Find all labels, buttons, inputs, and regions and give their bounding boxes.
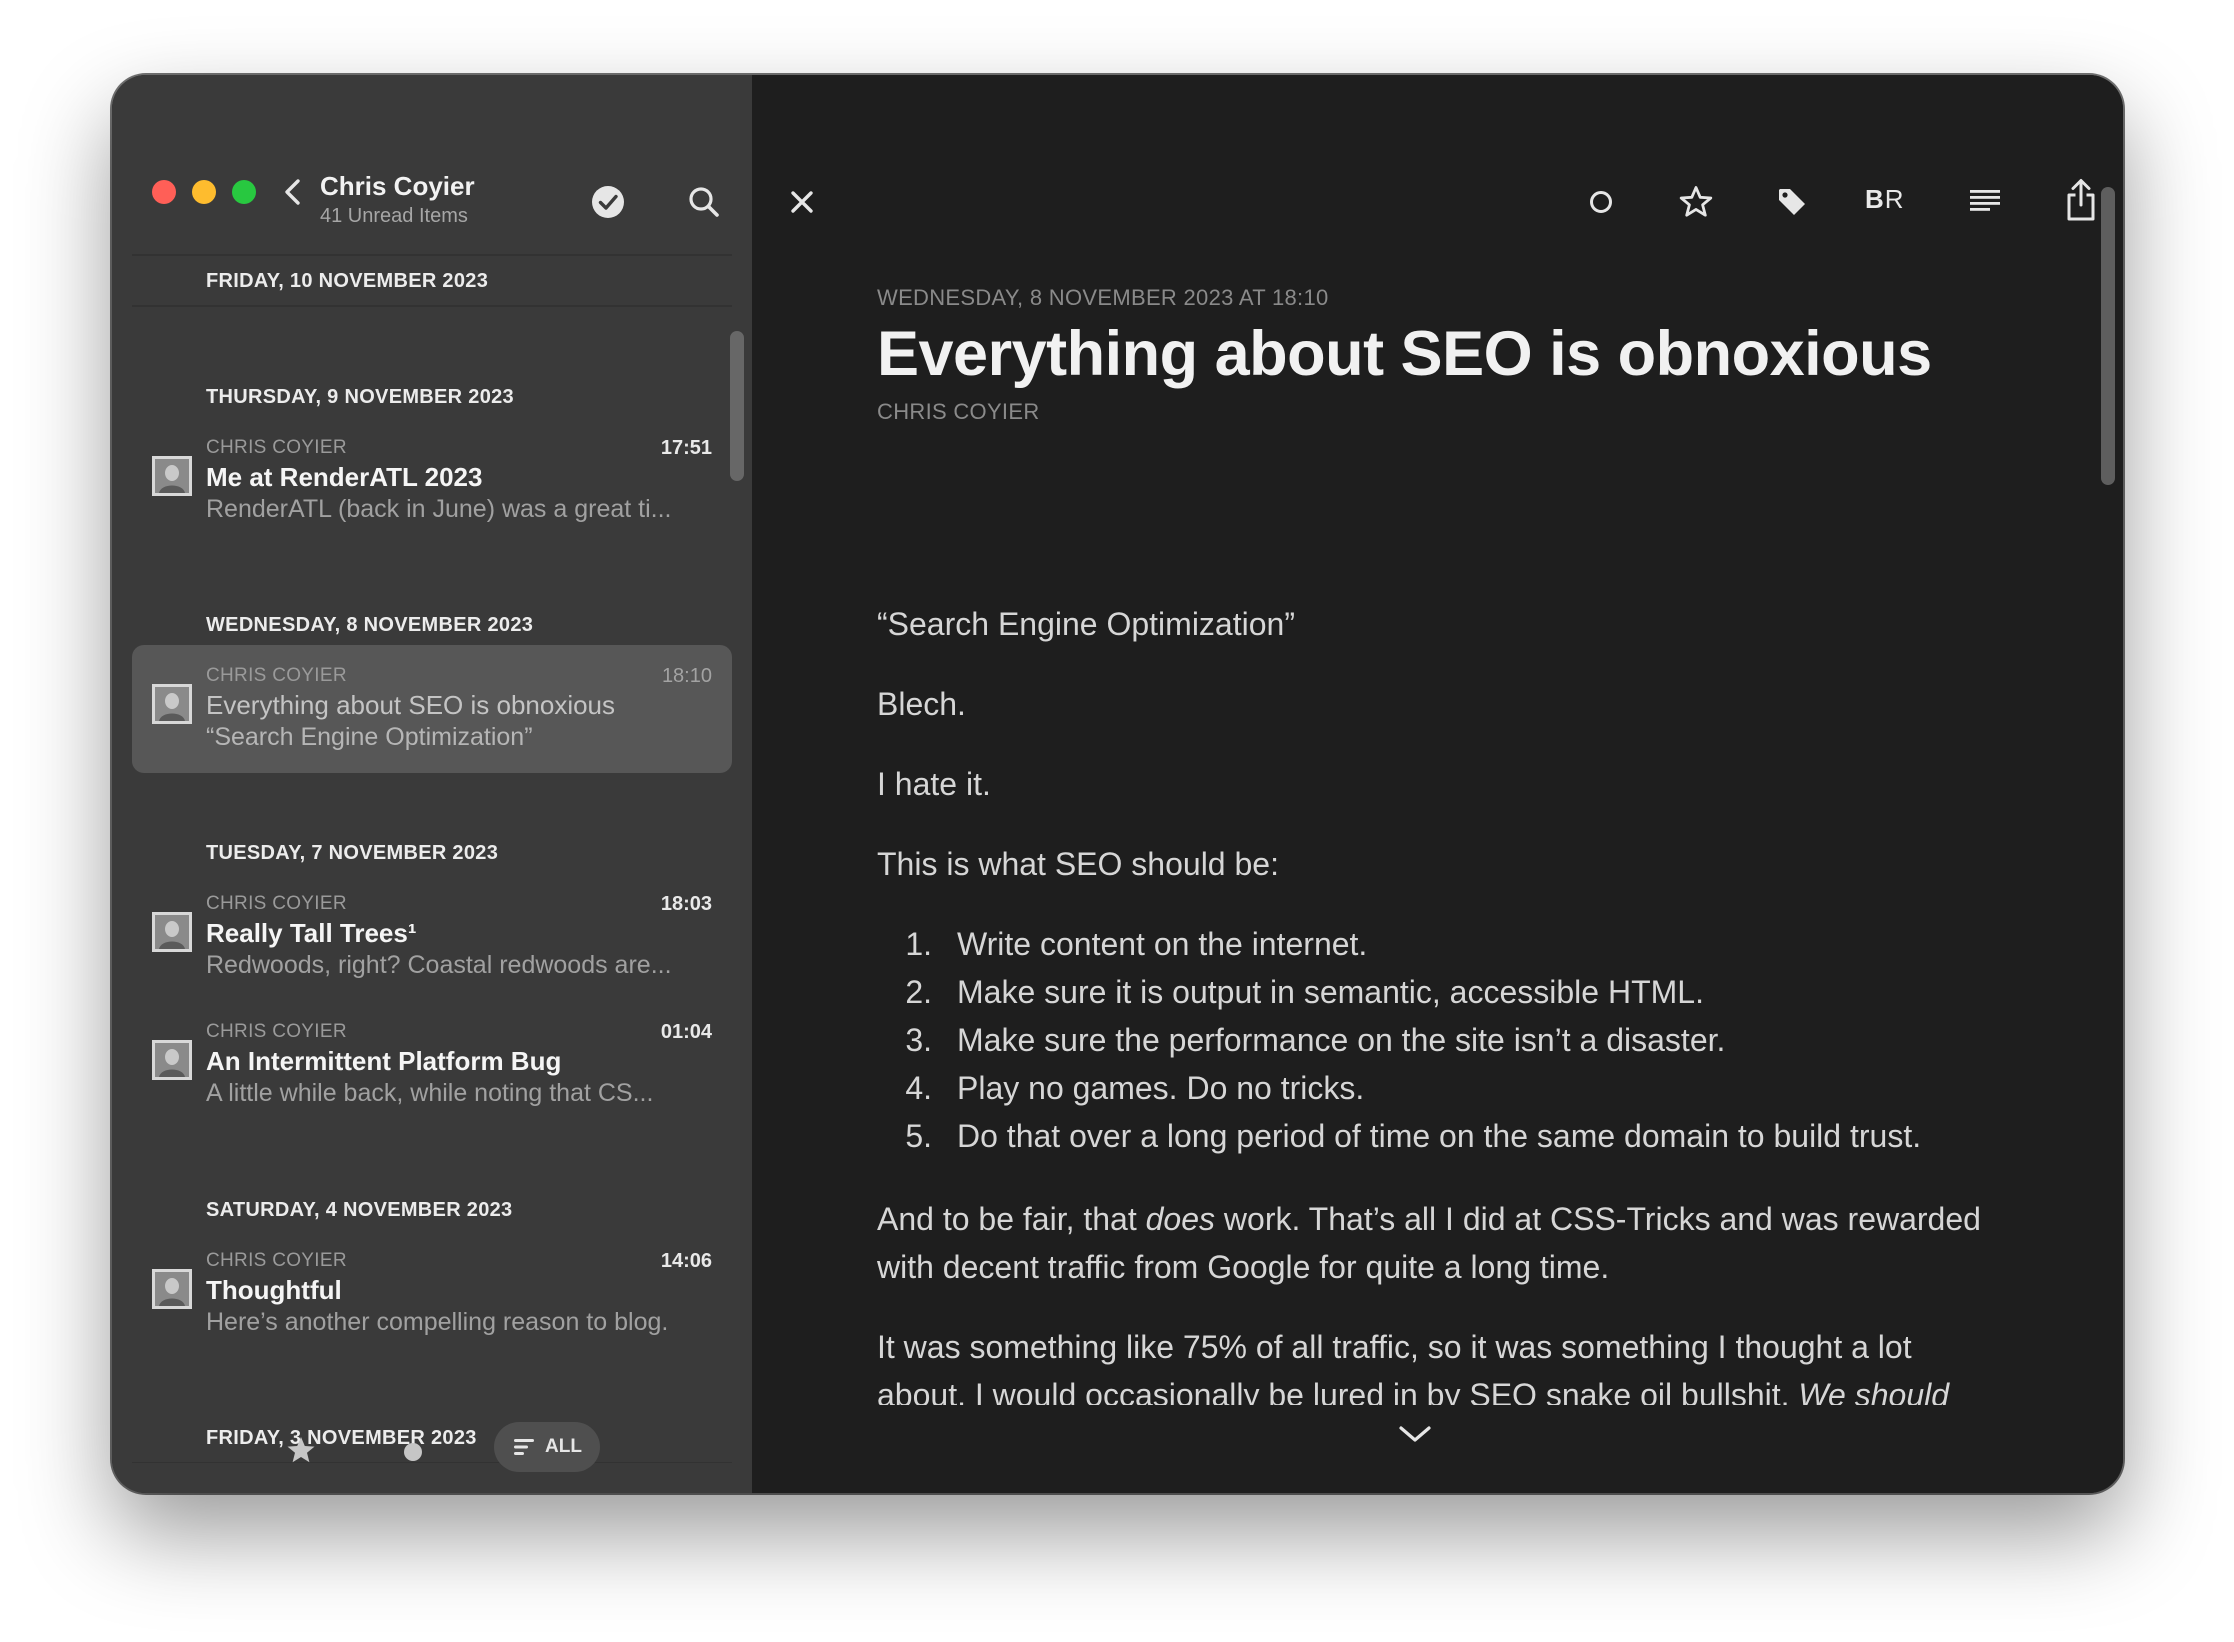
- item-time: 17:51: [660, 437, 712, 459]
- list-number: 2.: [905, 974, 932, 1010]
- paragraph: Blech.: [877, 686, 966, 722]
- date-header: TUESDAY, 7 NOVEMBER 2023: [206, 842, 499, 864]
- item-excerpt: RenderATL (back in June) was a great ti.…: [206, 495, 672, 523]
- item-title: Me at RenderATL 2023: [206, 462, 483, 492]
- list-number: 4.: [905, 1070, 932, 1106]
- avatar: [152, 456, 192, 496]
- chevron-down-icon: [1399, 1426, 1431, 1442]
- close-icon: [791, 191, 813, 213]
- minimize-window-button[interactable]: [192, 180, 216, 204]
- paragraph: I hate it.: [877, 766, 991, 802]
- avatar: [152, 912, 192, 952]
- item-author: CHRIS COYIER: [206, 665, 347, 686]
- date-header: WEDNESDAY, 8 NOVEMBER 2023: [206, 614, 534, 636]
- item-time: 18:10: [661, 665, 712, 687]
- search-button[interactable]: [687, 185, 721, 219]
- app-window: Chris Coyier 41 Unread Items FRIDAY, 10 …: [112, 75, 2123, 1493]
- sidebar-scrollbar[interactable]: [730, 331, 744, 481]
- list-item[interactable]: CHRIS COYIER 17:51 Me at RenderATL 2023 …: [132, 417, 732, 545]
- item-excerpt: Here’s another compelling reason to blog…: [206, 1308, 669, 1336]
- text-run: And to be fair, that: [877, 1201, 1146, 1237]
- emphasis: does: [1145, 1201, 1216, 1237]
- item-title: An Intermittent Platform Bug: [206, 1046, 562, 1076]
- item-author: CHRIS COYIER: [206, 1250, 347, 1271]
- avatar: [152, 1040, 192, 1080]
- back-button[interactable]: [277, 175, 311, 209]
- text-run: It was something like 75% of all traffic…: [877, 1329, 1912, 1405]
- share-button[interactable]: [2063, 178, 2099, 222]
- filter-bar: ALL: [112, 1418, 752, 1493]
- list-icon: [514, 1439, 534, 1455]
- avatar: [152, 1269, 192, 1309]
- item-time: 14:06: [660, 1250, 712, 1272]
- chevron-left-icon: [285, 179, 300, 205]
- item-title: Everything about SEO is obnoxious: [206, 690, 616, 720]
- item-time: 01:04: [660, 1021, 712, 1043]
- star-icon: [287, 1437, 315, 1463]
- article-list[interactable]: FRIDAY, 10 NOVEMBER 2023 THURSDAY, 9 NOV…: [112, 256, 752, 1463]
- list-item-text: Make sure the performance on the site is…: [957, 1022, 1726, 1058]
- article-pane: BR WEDNESDAY, 8 NOVEMBER 2023 AT 18:10 E…: [752, 75, 2123, 1493]
- date-header: SATURDAY, 4 NOVEMBER 2023: [206, 1199, 513, 1221]
- article-scrollbar[interactable]: [2101, 187, 2115, 485]
- list-item: 5. Do that over a long period of time on …: [877, 1112, 1921, 1160]
- list-item-text: Make sure it is output in semantic, acce…: [957, 974, 1704, 1010]
- item-excerpt: A little while back, while noting that C…: [206, 1079, 654, 1107]
- item-author: CHRIS COYIER: [206, 437, 347, 458]
- list-item[interactable]: CHRIS COYIER 18:03 Really Tall Trees¹ Re…: [132, 873, 732, 1001]
- article-title: Everything about SEO is obnoxious: [877, 319, 1932, 389]
- mark-all-read-button[interactable]: [591, 185, 625, 219]
- list-item: 4. Play no games. Do no tricks.: [877, 1064, 1364, 1112]
- article-author: CHRIS COYIER: [877, 399, 1040, 424]
- article-date: WEDNESDAY, 8 NOVEMBER 2023 AT 18:10: [877, 285, 1329, 310]
- paragraph: It was something like 75% of all traffic…: [877, 1323, 2007, 1405]
- filter-starred-button[interactable]: [286, 1435, 316, 1465]
- item-author: CHRIS COYIER: [206, 893, 347, 914]
- scroll-down-button[interactable]: [1397, 1420, 1433, 1448]
- paragraph: And to be fair, that does work. That’s a…: [877, 1195, 2007, 1291]
- list-item-selected[interactable]: CHRIS COYIER 18:10 Everything about SEO …: [132, 645, 732, 773]
- paragraph: “Search Engine Optimization”: [877, 606, 1295, 642]
- list-item[interactable]: CHRIS COYIER 01:04 An Intermittent Platf…: [132, 1001, 732, 1129]
- list-item: 1. Write content on the internet.: [877, 920, 1367, 968]
- filter-unread-button[interactable]: [404, 1443, 422, 1461]
- avatar: [152, 684, 192, 724]
- item-title: Really Tall Trees¹: [206, 918, 417, 948]
- date-header: THURSDAY, 9 NOVEMBER 2023: [206, 386, 514, 408]
- filter-all-label: ALL: [545, 1436, 582, 1457]
- item-excerpt: Redwoods, right? Coastal redwoods are...: [206, 951, 672, 979]
- unread-count: 41 Unread Items: [320, 205, 468, 227]
- item-title: Thoughtful: [206, 1275, 342, 1305]
- list-number: 5.: [905, 1118, 932, 1154]
- filter-all-button[interactable]: ALL: [494, 1422, 600, 1472]
- feed-title: Chris Coyier: [320, 171, 475, 201]
- paragraph: This is what SEO should be:: [877, 846, 1279, 882]
- item-author: CHRIS COYIER: [206, 1021, 347, 1042]
- list-item-text: Write content on the internet.: [957, 926, 1368, 962]
- list-item[interactable]: CHRIS COYIER 14:06 Thoughtful Here’s ano…: [132, 1230, 732, 1358]
- item-time: 18:03: [660, 893, 712, 915]
- article-list-sidebar: Chris Coyier 41 Unread Items FRIDAY, 10 …: [112, 75, 752, 1493]
- list-number: 1.: [905, 926, 932, 962]
- item-excerpt: “Search Engine Optimization”: [206, 723, 533, 751]
- list-item-text: Play no games. Do no tricks.: [957, 1070, 1365, 1106]
- list-item: 2. Make sure it is output in semantic, ac…: [877, 968, 1704, 1016]
- close-window-button[interactable]: [152, 180, 176, 204]
- close-article-button[interactable]: [784, 184, 820, 220]
- divider: [132, 305, 732, 307]
- list-number: 3.: [905, 1022, 932, 1058]
- date-header: FRIDAY, 10 NOVEMBER 2023: [206, 270, 489, 292]
- zoom-window-button[interactable]: [232, 180, 256, 204]
- list-item-text: Do that over a long period of time on th…: [957, 1118, 1922, 1154]
- list-item: 3. Make sure the performance on the site …: [877, 1016, 1725, 1064]
- search-icon: [689, 187, 719, 217]
- share-icon: [2067, 179, 2095, 221]
- checkmark-circle-icon: [592, 186, 624, 218]
- article-content: WEDNESDAY, 8 NOVEMBER 2023 AT 18:10 Ever…: [877, 75, 2017, 1405]
